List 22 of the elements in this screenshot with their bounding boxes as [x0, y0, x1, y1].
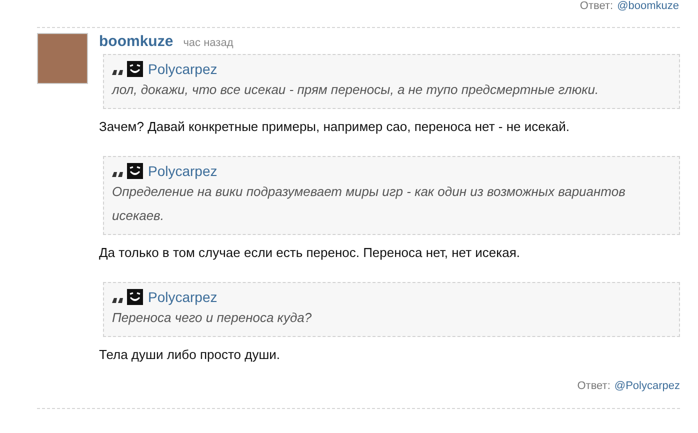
quote-author[interactable]: Polycarpez — [148, 163, 218, 179]
quote-mark-icon — [112, 67, 124, 75]
quote-mark-icon — [112, 169, 124, 177]
reply-label: Ответ: — [580, 0, 614, 13]
avatar-placeholder — [37, 33, 88, 84]
comment-text: Да только в том случае если есть перенос. Переноса нет, нет исекая. — [99, 245, 521, 260]
comment-text: Зачем? Давай конкретные примеры, например сао, переноса нет - не исекай. — [99, 119, 570, 134]
quote-text: лол, докажи, что все исекаи - прям переносы, а не тупо предсмертные глюки. — [112, 81, 600, 99]
quote-text: Определение на вики подразумевает миры игр - как один из возможных вариантов исекаев. — [112, 183, 626, 225]
quote-text: Переноса чего и переноса куда? — [112, 309, 313, 327]
comment-time: час назад — [183, 37, 234, 49]
quote-author[interactable]: Polycarpez — [148, 289, 218, 305]
smiley-avatar-icon — [127, 61, 143, 77]
smiley-avatar-icon — [127, 289, 143, 305]
reply-link[interactable]: @Polycarpez — [614, 380, 680, 392]
reply-link[interactable]: @boomkuze — [617, 0, 679, 13]
reply-label: Ответ: — [577, 380, 610, 392]
comment-text: Тела души либо просто души. — [99, 347, 281, 362]
quote-mark-icon — [112, 295, 124, 303]
quote-author[interactable]: Polycarpez — [148, 61, 218, 77]
comment-author[interactable]: boomkuze — [99, 33, 174, 50]
smiley-avatar-icon — [127, 163, 143, 179]
